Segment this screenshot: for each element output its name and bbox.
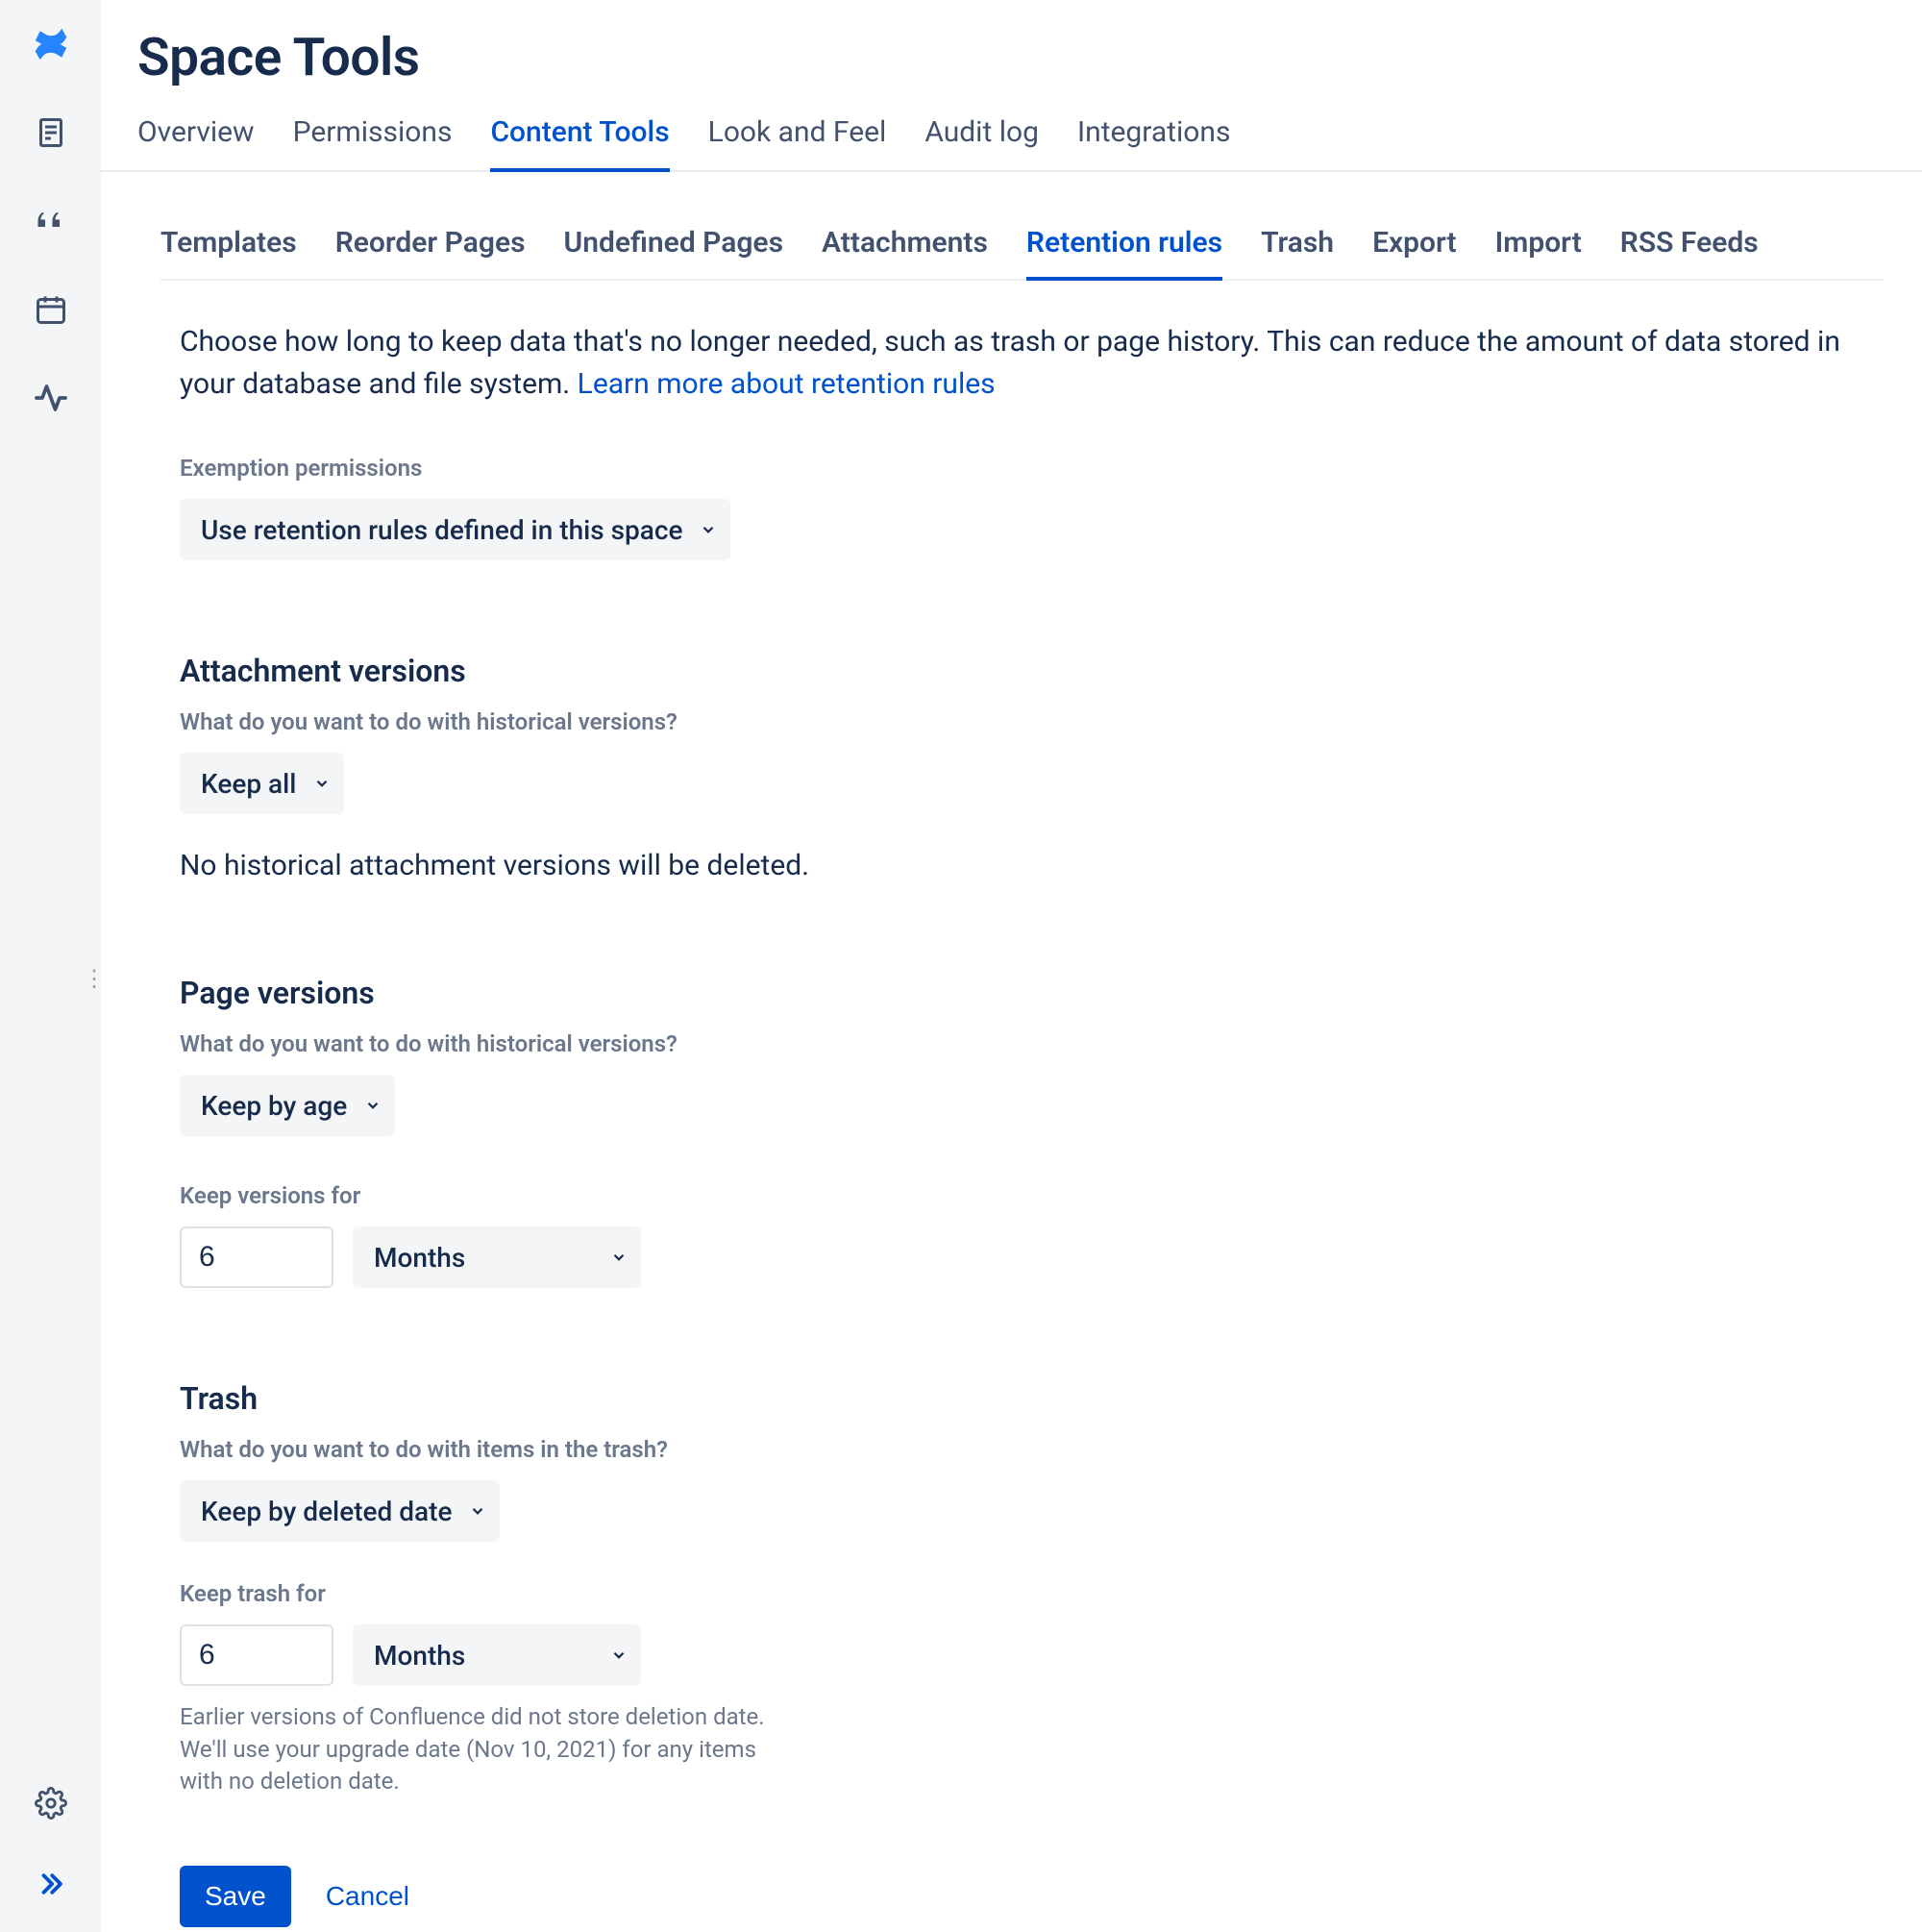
calendar-icon[interactable] <box>28 286 74 333</box>
trash-mode-select[interactable]: Keep by deleted date <box>180 1480 500 1542</box>
attachment-mode-select[interactable]: Keep all <box>180 753 344 814</box>
cancel-button[interactable]: Cancel <box>318 1866 417 1927</box>
page-versions-question: What do you want to do with historical v… <box>180 1030 1852 1057</box>
intro-text: Choose how long to keep data that's no l… <box>180 321 1852 405</box>
subtab-undefined-pages[interactable]: Undefined Pages <box>564 226 784 279</box>
attachment-question: What do you want to do with historical v… <box>180 708 1852 735</box>
attachment-hint: No historical attachment versions will b… <box>180 849 1852 882</box>
chevron-down-icon <box>364 1097 382 1114</box>
gear-icon[interactable] <box>28 1780 74 1826</box>
form-actions: Save Cancel <box>180 1866 1852 1927</box>
intro-body: Choose how long to keep data that's no l… <box>180 325 1840 401</box>
attachment-section: Attachment versions What do you want to … <box>180 653 1852 882</box>
trash-keepfor-label: Keep trash for <box>180 1580 1852 1607</box>
trash-unit-value: Months <box>374 1640 465 1672</box>
tab-permissions[interactable]: Permissions <box>293 115 453 170</box>
page-versions-mode-select[interactable]: Keep by age <box>180 1075 395 1136</box>
confluence-logo-icon[interactable] <box>28 21 74 67</box>
trash-mode-value: Keep by deleted date <box>201 1496 452 1527</box>
top-tabs: Overview Permissions Content Tools Look … <box>101 115 1922 172</box>
page-versions-title: Page versions <box>180 975 1852 1011</box>
learn-more-link[interactable]: Learn more about retention rules <box>578 367 996 401</box>
page-versions-section: Page versions What do you want to do wit… <box>180 975 1852 1288</box>
page-versions-unit-select[interactable]: Months <box>353 1226 641 1288</box>
tab-audit-log[interactable]: Audit log <box>924 115 1039 170</box>
exemption-select[interactable]: Use retention rules defined in this spac… <box>180 499 730 560</box>
trash-unit-select[interactable]: Months <box>353 1624 641 1686</box>
exemption-value: Use retention rules defined in this spac… <box>201 514 682 546</box>
trash-keepfor-input[interactable] <box>180 1624 333 1686</box>
subtab-templates[interactable]: Templates <box>160 226 297 279</box>
subtab-export[interactable]: Export <box>1372 226 1457 279</box>
chevron-down-icon <box>610 1249 628 1266</box>
subtab-rss-feeds[interactable]: RSS Feeds <box>1620 226 1759 279</box>
exemption-label: Exemption permissions <box>180 455 1852 482</box>
page-versions-mode-value: Keep by age <box>201 1090 347 1122</box>
tab-overview[interactable]: Overview <box>137 115 255 170</box>
page-versions-keepfor-input[interactable] <box>180 1226 333 1288</box>
quote-icon[interactable] <box>28 198 74 244</box>
page-versions-keepfor-label: Keep versions for <box>180 1182 1852 1209</box>
tab-look-and-feel[interactable]: Look and Feel <box>708 115 887 170</box>
subtab-retention-rules[interactable]: Retention rules <box>1026 226 1222 279</box>
subtab-trash[interactable]: Trash <box>1261 226 1334 279</box>
exemption-section: Exemption permissions Use retention rule… <box>180 455 1852 560</box>
chevron-down-icon <box>313 775 331 792</box>
save-button[interactable]: Save <box>180 1866 291 1927</box>
main-content: Space Tools Overview Permissions Content… <box>101 0 1922 1932</box>
tab-content-tools[interactable]: Content Tools <box>490 115 669 170</box>
sub-tabs: Templates Reorder Pages Undefined Pages … <box>160 226 1884 281</box>
subtab-attachments[interactable]: Attachments <box>822 226 988 279</box>
chevron-down-icon <box>469 1502 486 1520</box>
attachment-title: Attachment versions <box>180 653 1852 689</box>
subtab-reorder-pages[interactable]: Reorder Pages <box>335 226 526 279</box>
chevron-down-icon <box>700 521 717 538</box>
expand-sidebar-icon[interactable] <box>28 1861 74 1907</box>
chevron-down-icon <box>610 1647 628 1664</box>
activity-icon[interactable] <box>28 375 74 421</box>
trash-section: Trash What do you want to do with items … <box>180 1380 1852 1798</box>
subtab-import[interactable]: Import <box>1495 226 1582 279</box>
page-icon[interactable] <box>28 110 74 156</box>
attachment-mode-value: Keep all <box>201 768 296 800</box>
page-versions-unit-value: Months <box>374 1242 465 1274</box>
trash-footnote: Earlier versions of Confluence did not s… <box>180 1701 776 1798</box>
trash-title: Trash <box>180 1380 1852 1417</box>
trash-question: What do you want to do with items in the… <box>180 1436 1852 1463</box>
page-title: Space Tools <box>137 27 1922 88</box>
tab-integrations[interactable]: Integrations <box>1077 115 1230 170</box>
